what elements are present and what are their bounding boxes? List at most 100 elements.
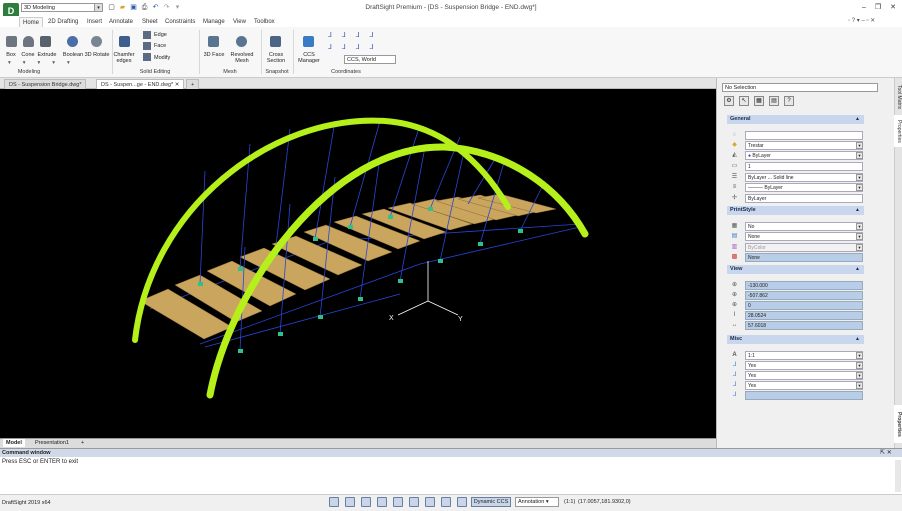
prop-row[interactable]: ⅃ Yes ▾ xyxy=(727,371,864,380)
prop-row[interactable]: ☰ ByLayer ... Solid line ▾ xyxy=(727,173,864,182)
prop-value[interactable]: 57.6018 xyxy=(745,321,863,330)
lineweight-toggle-icon[interactable] xyxy=(425,497,435,507)
prop-value[interactable]: ● ByLayer xyxy=(745,151,863,160)
help-icon[interactable]: ? xyxy=(784,96,794,106)
prop-value[interactable]: Yes xyxy=(745,371,863,380)
section-view[interactable]: View ▲ xyxy=(727,265,864,274)
doc-tab-2[interactable]: DS - Suspen...ge - END.dwg* ✕ xyxy=(96,79,185,89)
toggle-pickadd-icon[interactable]: ▦ xyxy=(754,96,764,106)
prop-row[interactable]: ⊕ 0 xyxy=(727,301,864,310)
prop-row[interactable]: ⅃ Yes ▾ xyxy=(727,361,864,370)
dropdown-icon[interactable]: ▾ xyxy=(856,223,863,230)
collapse-icon[interactable]: ▲ xyxy=(855,335,860,344)
dropdown-icon[interactable]: ▾ xyxy=(856,142,863,149)
prop-row[interactable]: ⅃ xyxy=(727,391,864,400)
collapse-icon[interactable]: ▲ xyxy=(855,206,860,215)
tab-manage[interactable]: Manage xyxy=(200,17,228,27)
section-general[interactable]: General ▲ xyxy=(727,115,864,124)
prop-row[interactable]: ▭ 1 xyxy=(727,162,864,171)
collapse-icon[interactable]: ▲ xyxy=(855,115,860,124)
prop-row[interactable]: ▦ No ▾ xyxy=(727,222,864,231)
prop-row[interactable]: ◆ Trestar ▾ xyxy=(727,141,864,150)
ccs-world-select[interactable]: CCS, World xyxy=(344,55,396,64)
quick-select-icon[interactable]: ⚙ xyxy=(724,96,734,106)
ccs-tools-row2[interactable]: ⅃ ⅃ ⅃ ⅃ xyxy=(328,43,377,51)
add-layout-button[interactable]: + xyxy=(78,439,87,447)
prop-row[interactable]: ◌ xyxy=(727,131,864,140)
chamfer-edges-button[interactable]: edges xyxy=(112,58,136,64)
face-button[interactable]: Face xyxy=(154,43,166,49)
select-objects-icon[interactable]: ↖ xyxy=(739,96,749,106)
tab-annotate[interactable]: Annotate xyxy=(106,17,136,27)
dynamic-ccs-button[interactable]: Dynamic CCS xyxy=(471,497,511,507)
restore-icon[interactable]: ❐ xyxy=(872,3,884,12)
model-toggle-icon[interactable] xyxy=(441,497,451,507)
prop-row[interactable]: ✢ ByLayer xyxy=(727,194,864,203)
prop-value[interactable]: -507.862 xyxy=(745,291,863,300)
prop-row[interactable]: ↔ 57.6018 xyxy=(727,321,864,330)
prop-value[interactable]: 1 xyxy=(745,162,863,171)
command-scrollbar[interactable] xyxy=(895,460,901,492)
dropdown-icon[interactable]: ▾ xyxy=(856,184,863,191)
new-tab-button[interactable]: + xyxy=(186,79,200,89)
prop-value[interactable]: None xyxy=(745,232,863,241)
grid-toggle-icon[interactable] xyxy=(345,497,355,507)
modeling-dropdowns[interactable]: ▾▾▾▾▾ xyxy=(8,60,82,66)
tab-toolbox[interactable]: Toolbox xyxy=(251,17,278,27)
prop-row[interactable]: ▥ ByColor ▾ xyxy=(727,243,864,252)
selection-select[interactable]: No Selection xyxy=(722,83,878,92)
section-printstyle[interactable]: PrintStyle ▲ xyxy=(727,206,864,215)
annotation-select[interactable]: Annotation ▾ xyxy=(515,497,559,507)
rotate-3d-button[interactable]: 3D Rotate xyxy=(84,52,110,58)
modify-button[interactable]: Modify xyxy=(154,55,170,61)
etrack-toggle-icon[interactable] xyxy=(409,497,419,507)
section-misc[interactable]: Misc ▲ xyxy=(727,335,864,344)
tab-constraints[interactable]: Constraints xyxy=(162,17,198,27)
collapse-icon[interactable]: ▲ xyxy=(855,265,860,274)
dropdown-icon[interactable]: ▾ xyxy=(856,372,863,379)
prop-value[interactable]: 28.0524 xyxy=(745,311,863,320)
prop-row[interactable]: ◭ ● ByLayer ▾ xyxy=(727,151,864,160)
prop-value[interactable]: ByColor xyxy=(745,243,863,252)
prop-value[interactable]: -130.000 xyxy=(745,281,863,290)
prop-value[interactable]: None xyxy=(745,253,863,262)
command-window-controls[interactable]: ⇱ ✕ xyxy=(880,449,892,456)
prop-row[interactable]: I 28.0524 xyxy=(727,311,864,320)
prop-value[interactable] xyxy=(745,391,863,400)
snap-toggle-icon[interactable] xyxy=(329,497,339,507)
prop-value[interactable]: 0 xyxy=(745,301,863,310)
polar-toggle-icon[interactable] xyxy=(377,497,387,507)
prop-row[interactable]: ≡ ——— ByLayer ▾ xyxy=(727,183,864,192)
prop-value[interactable]: ByLayer ... Solid line xyxy=(745,173,863,182)
close-icon[interactable]: ✕ xyxy=(887,3,899,12)
dropdown-icon[interactable]: ▾ xyxy=(856,362,863,369)
prop-value[interactable]: No xyxy=(745,222,863,231)
prop-value[interactable]: Trestar xyxy=(745,141,863,150)
filter-icon[interactable]: ▤ xyxy=(769,96,779,106)
side-tab-tool-matrix[interactable]: Tool Matrix xyxy=(894,82,902,112)
ortho-toggle-icon[interactable] xyxy=(361,497,371,507)
dropdown-icon[interactable]: ▾ xyxy=(856,174,863,181)
edge-button[interactable]: Edge xyxy=(154,32,167,38)
prop-row[interactable]: ⅃ Yes ▾ xyxy=(727,381,864,390)
minimize-icon[interactable]: – xyxy=(858,3,870,12)
dropdown-icon[interactable]: ▾ xyxy=(856,352,863,359)
help-controls[interactable]: ◦ ? ▾ – ▫ ✕ xyxy=(848,17,875,24)
prop-row[interactable]: ▩ None xyxy=(727,253,864,262)
dropdown-icon[interactable]: ▾ xyxy=(856,244,863,251)
prop-value[interactable] xyxy=(745,131,863,140)
quick-input-toggle-icon[interactable] xyxy=(457,497,467,507)
prop-row[interactable]: ⊕ -507.862 xyxy=(727,291,864,300)
tab-model[interactable]: Model xyxy=(3,439,25,447)
tab-insert[interactable]: Insert xyxy=(84,17,105,27)
prop-value[interactable]: Yes xyxy=(745,381,863,390)
cone-button[interactable]: Cone xyxy=(19,52,37,58)
dropdown-icon[interactable]: ▾ xyxy=(856,382,863,389)
dropdown-icon[interactable]: ▾ xyxy=(856,233,863,240)
prop-value[interactable]: ByLayer xyxy=(745,194,863,203)
tab-2d-drafting[interactable]: 2D Drafting xyxy=(45,17,81,27)
prop-value[interactable]: Yes xyxy=(745,361,863,370)
tab-sheet[interactable]: Sheet xyxy=(139,17,161,27)
face-3d-button[interactable]: 3D Face xyxy=(201,52,227,58)
esnap-toggle-icon[interactable] xyxy=(393,497,403,507)
